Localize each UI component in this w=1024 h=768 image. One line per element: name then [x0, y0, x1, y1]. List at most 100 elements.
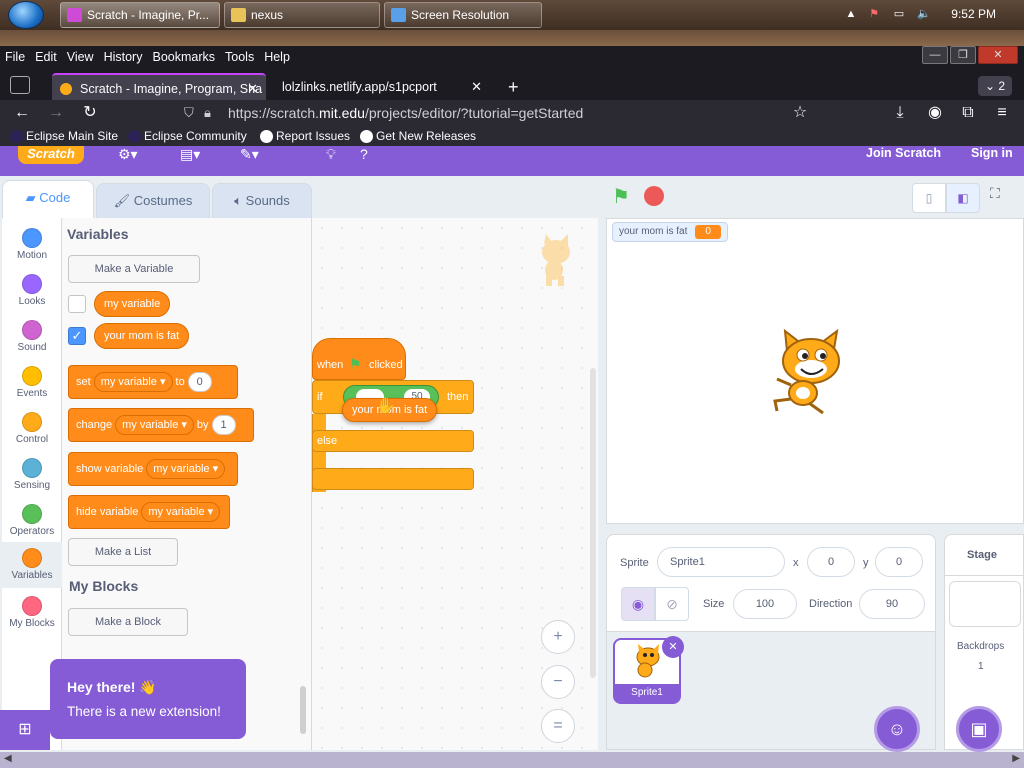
category-sound[interactable]: Sound: [2, 314, 62, 360]
variable-dropdown[interactable]: my variable: [93, 372, 173, 392]
bookmark-eclipse-main[interactable]: Eclipse Main Site: [10, 129, 118, 143]
bookmark-star-icon[interactable]: ☆: [790, 103, 810, 123]
x-position-input[interactable]: 0: [807, 547, 855, 577]
minimize-button[interactable]: —: [922, 46, 948, 64]
lock-icon[interactable]: 🔒︎: [204, 100, 211, 126]
script-workspace[interactable]: when ⚑ clicked if 50 then else your mom …: [312, 218, 598, 750]
page-horizontal-scrollbar[interactable]: ◀ ▶: [0, 752, 1024, 768]
zoom-reset-button[interactable]: =: [541, 709, 575, 743]
direction-input[interactable]: 90: [859, 589, 925, 619]
scratch-logo[interactable]: Scratch: [18, 146, 84, 164]
category-operators[interactable]: Operators: [2, 498, 62, 544]
make-list-button[interactable]: Make a List: [68, 538, 178, 566]
settings-gear-icon[interactable]: ⚙▾: [118, 146, 138, 163]
sprite-cat-icon[interactable]: [767, 327, 855, 417]
hide-sprite-eye-icon[interactable]: ⊘: [655, 587, 689, 621]
sprite-name-input[interactable]: Sprite1: [657, 547, 785, 577]
close-tab-icon[interactable]: ✕: [471, 73, 482, 101]
your-mom-is-fat-checkbox[interactable]: ✓: [68, 327, 86, 345]
tray-chevron-icon[interactable]: ▲: [845, 8, 857, 20]
bookmark-get-new-releases[interactable]: Get New Releases: [360, 129, 476, 143]
scroll-left-icon[interactable]: ◀: [4, 753, 12, 764]
menu-tools[interactable]: Tools: [220, 46, 259, 64]
hide-variable-block[interactable]: hide variable my variable: [68, 495, 230, 529]
forward-icon[interactable]: →: [46, 103, 66, 123]
set-variable-block[interactable]: setmy variableto0: [68, 365, 238, 399]
reload-icon[interactable]: ↻: [80, 103, 100, 123]
shield-icon[interactable]: ⛉: [184, 100, 194, 126]
category-sensing[interactable]: Sensing: [2, 452, 62, 498]
choose-backdrop-button[interactable]: ▣: [956, 706, 1002, 752]
variable-dropdown[interactable]: my variable: [141, 502, 221, 522]
category-control[interactable]: Control: [2, 406, 62, 452]
back-icon[interactable]: ←: [12, 103, 32, 123]
change-variable-block[interactable]: changemy variableby1: [68, 408, 254, 442]
my-variable-checkbox[interactable]: [68, 295, 86, 313]
variable-dropdown[interactable]: my variable: [115, 415, 194, 435]
tab-sounds[interactable]: 🔈︎ Sounds: [212, 183, 312, 219]
show-variable-block[interactable]: show variable my variable: [68, 452, 238, 486]
delete-sprite-trash-icon[interactable]: ✕: [662, 636, 684, 658]
menu-history[interactable]: History: [99, 46, 148, 64]
make-variable-button[interactable]: Make a Variable: [68, 255, 200, 283]
scroll-right-icon[interactable]: ▶: [1012, 753, 1020, 764]
tab-list-button[interactable]: ⌄ 2: [978, 76, 1012, 96]
url-bar[interactable]: ⛉ 🔒︎ https://scratch.mit.edu/projects/ed…: [176, 100, 816, 126]
make-block-button[interactable]: Make a Block: [68, 608, 188, 636]
menu-help[interactable]: Help: [259, 46, 295, 64]
zoom-in-button[interactable]: +: [541, 620, 575, 654]
help-icon[interactable]: ?: [360, 146, 368, 162]
fullscreen-icon[interactable]: ⛶: [990, 185, 1000, 202]
extensions-icon[interactable]: ⧉: [958, 103, 978, 123]
category-looks[interactable]: Looks: [2, 268, 62, 314]
workspace-scrollbar[interactable]: [590, 368, 596, 678]
sign-in-link[interactable]: Sign in: [971, 146, 1013, 160]
taskbar-window-scratch[interactable]: Scratch - Imagine, Pr...: [60, 2, 220, 28]
stage[interactable]: [606, 218, 1024, 524]
menu-file[interactable]: File: [0, 46, 30, 64]
normal-stage-icon[interactable]: ◧: [946, 183, 980, 213]
join-scratch-link[interactable]: Join Scratch: [866, 146, 941, 160]
restore-button[interactable]: ❐: [950, 46, 976, 64]
variable-monitor[interactable]: your mom is fat 0: [612, 222, 728, 242]
bookmark-report-issues[interactable]: Report Issues: [260, 129, 350, 143]
category-motion[interactable]: Motion: [2, 222, 62, 268]
value-input[interactable]: 1: [211, 415, 236, 435]
taskbar-window-screen-resolution[interactable]: Screen Resolution: [384, 2, 542, 28]
green-flag-icon[interactable]: ⚑: [612, 184, 630, 209]
y-position-input[interactable]: 0: [875, 547, 923, 577]
clock[interactable]: 9:52 PM: [951, 7, 996, 21]
file-menu-icon[interactable]: ▤▾: [180, 146, 200, 163]
taskbar-window-nexus[interactable]: nexus: [224, 2, 380, 28]
app-menu-icon[interactable]: ≡: [992, 103, 1012, 123]
tray-volume-icon[interactable]: 🔈: [917, 8, 931, 20]
stage-thumbnail[interactable]: [949, 581, 1021, 627]
add-extension-button[interactable]: ⊞: [0, 710, 50, 750]
tray-network-icon[interactable]: ▭: [893, 8, 905, 20]
show-sprite-eye-icon[interactable]: ◉: [621, 587, 655, 621]
tab-lolzlinks[interactable]: lolzlinks.netlify.app/s1pcport ✕: [272, 73, 490, 103]
bookmark-eclipse-community[interactable]: Eclipse Community: [128, 129, 247, 143]
new-tab-icon[interactable]: +: [508, 77, 519, 98]
close-tab-icon[interactable]: ✕: [247, 75, 258, 103]
size-input[interactable]: 100: [733, 589, 797, 619]
close-window-button[interactable]: ✕: [978, 46, 1018, 64]
menu-bookmarks[interactable]: Bookmarks: [147, 46, 220, 64]
tutorials-bulb-icon[interactable]: 💡︎: [326, 146, 336, 163]
small-stage-icon[interactable]: ▯: [912, 183, 946, 213]
choose-sprite-button[interactable]: ☺: [874, 706, 920, 752]
category-variables[interactable]: Variables: [2, 542, 62, 588]
palette-scrollbar[interactable]: [300, 686, 306, 734]
category-events[interactable]: Events: [2, 360, 62, 406]
category-my-blocks[interactable]: My Blocks: [2, 590, 62, 636]
my-variable-reporter[interactable]: my variable: [94, 291, 171, 317]
account-icon[interactable]: ◉: [925, 103, 945, 123]
when-flag-clicked-block[interactable]: when ⚑ clicked: [312, 338, 406, 380]
value-input[interactable]: 0: [187, 372, 212, 392]
menu-view[interactable]: View: [62, 46, 99, 64]
downloads-icon[interactable]: ⤓: [890, 103, 910, 123]
tab-scratch[interactable]: Scratch - Imagine, Program, Sha ✕: [52, 73, 266, 103]
variable-dropdown[interactable]: my variable: [146, 459, 226, 479]
tray-flag-icon[interactable]: ⚑: [868, 8, 880, 20]
stop-icon[interactable]: [644, 186, 664, 206]
